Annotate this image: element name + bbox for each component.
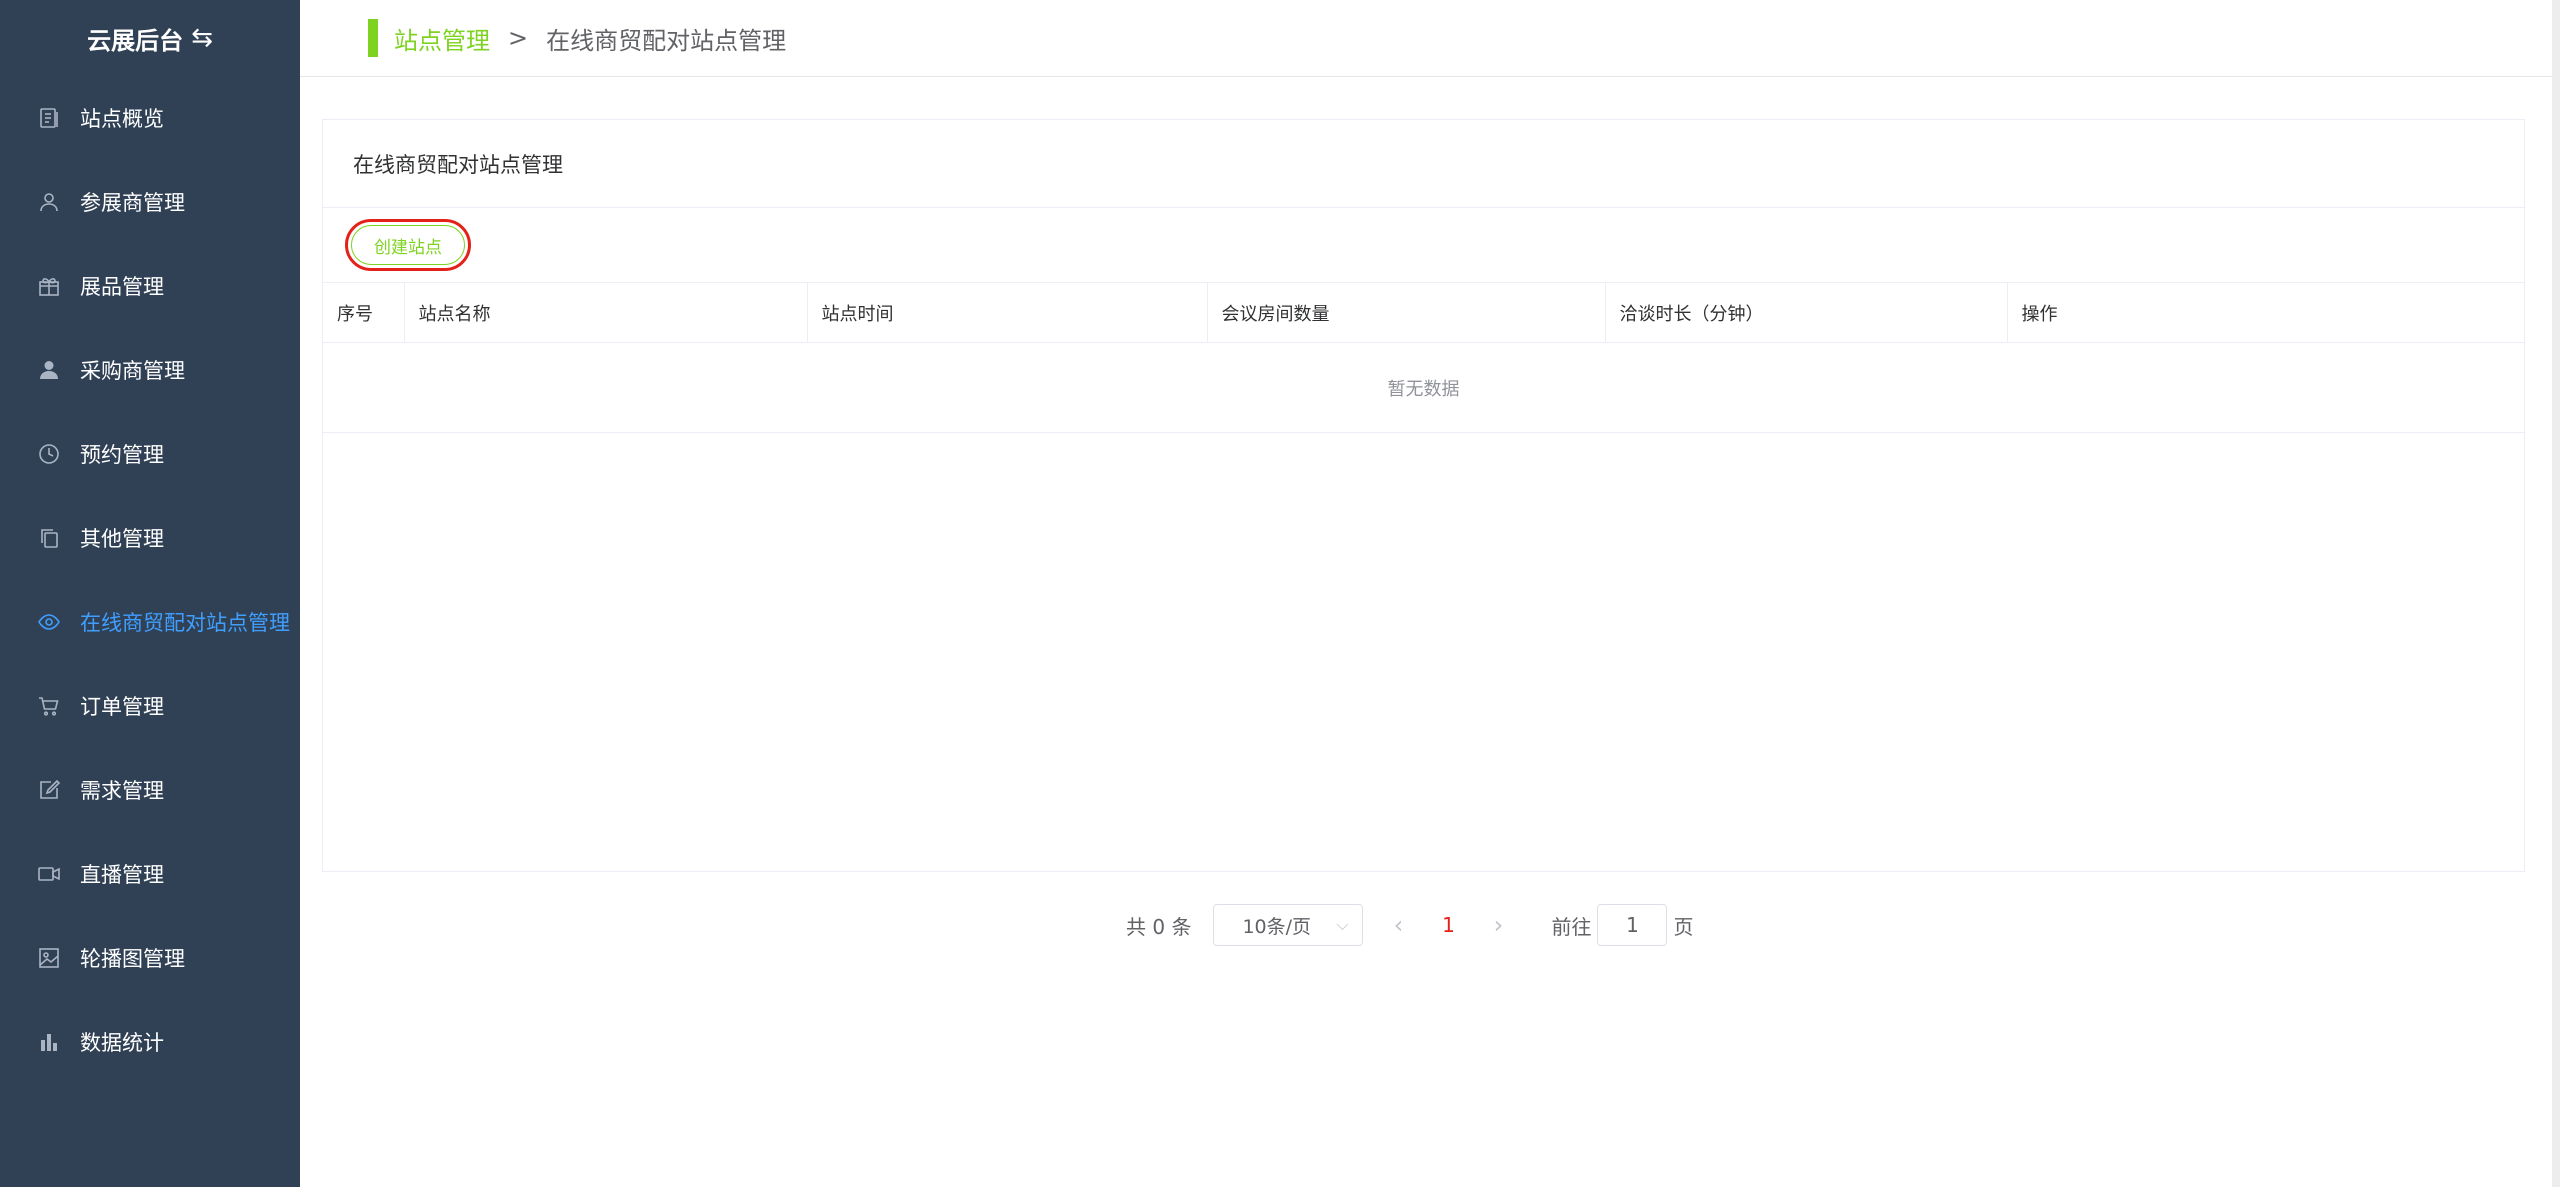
sidebar-item-label: 展品管理 (80, 275, 164, 299)
app-root: 云展后台 ⇆ 站点概览 参展商管理 展品管理 采购商管理 预约管理 其他管理 在… (0, 0, 2560, 1187)
sidebar-item-other[interactable]: 其他管理 (0, 496, 300, 580)
eye-icon (36, 609, 62, 635)
page-suffix: 页 (1673, 914, 1694, 939)
goto-page: 前往 页 (1551, 904, 1693, 946)
page-size-select[interactable]: 10条/页 ⌵ (1213, 904, 1364, 946)
next-page-button[interactable]: › (1475, 911, 1521, 939)
column-header-duration: 洽谈时长（分钟） (1604, 282, 2007, 343)
column-header-rooms: 会议房间数量 (1206, 282, 1605, 343)
pagination-total: 共 0 条 (1126, 914, 1192, 939)
column-header-time: 站点时间 (806, 282, 1207, 343)
table-header-row: 序号 站点名称 站点时间 会议房间数量 洽谈时长（分钟） 操作 (323, 282, 2524, 343)
sidebar-item-orders[interactable]: 订单管理 (0, 664, 300, 748)
brand-title: 云展后台 (87, 26, 184, 55)
sidebar-item-appointments[interactable]: 预约管理 (0, 412, 300, 496)
sidebar-item-demands[interactable]: 需求管理 (0, 748, 300, 832)
sidebar-item-label: 数据统计 (80, 1031, 164, 1055)
sidebar-item-carousel[interactable]: 轮播图管理 (0, 916, 300, 1000)
page-scrollbar[interactable] (2552, 0, 2560, 1187)
table-empty-row: 暂无数据 (323, 342, 2524, 433)
document-icon (36, 105, 62, 131)
goto-label: 前往 (1551, 914, 1592, 939)
brand[interactable]: 云展后台 ⇆ (0, 0, 300, 76)
column-header-index: 序号 (323, 282, 404, 343)
sidebar-item-label: 采购商管理 (80, 359, 185, 383)
clock-icon (36, 441, 62, 467)
card-title: 在线商贸配对站点管理 (323, 120, 2524, 208)
sidebar: 云展后台 ⇆ 站点概览 参展商管理 展品管理 采购商管理 预约管理 其他管理 在… (0, 0, 300, 1187)
user-outline-icon (36, 189, 62, 215)
copy-icon (36, 525, 62, 551)
breadcrumb: 站点管理 > 在线商贸配对站点管理 (394, 21, 786, 56)
sidebar-item-trade-matching[interactable]: 在线商贸配对站点管理 (0, 580, 300, 664)
edit-icon (36, 777, 62, 803)
page-size-value: 10条/页 (1242, 915, 1312, 938)
pagination: 共 0 条 10条/页 ⌵ ‹ 1 › 前往 页 (1126, 902, 1693, 948)
sidebar-item-exhibits[interactable]: 展品管理 (0, 244, 300, 328)
page-number-current[interactable]: 1 (1433, 913, 1463, 937)
bar-chart-icon (36, 1029, 62, 1055)
create-site-button[interactable]: 创建站点 (345, 219, 471, 271)
header-accent-bar (368, 19, 378, 57)
cart-icon (36, 693, 62, 719)
user-filled-icon (36, 357, 62, 383)
picture-icon (36, 945, 62, 971)
sidebar-item-statistics[interactable]: 数据统计 (0, 1000, 300, 1084)
breadcrumb-root[interactable]: 站点管理 (394, 21, 490, 56)
top-header: 站点管理 > 在线商贸配对站点管理 (300, 0, 2560, 77)
sidebar-item-label: 其他管理 (80, 527, 164, 551)
sidebar-item-label: 轮播图管理 (80, 947, 185, 971)
video-camera-icon (36, 861, 62, 887)
toolbar: 创建站点 (323, 208, 2524, 282)
sites-table: 序号 站点名称 站点时间 会议房间数量 洽谈时长（分钟） 操作 暂无数据 (323, 282, 2524, 433)
sidebar-item-label: 直播管理 (80, 863, 164, 887)
breadcrumb-current: 在线商贸配对站点管理 (546, 26, 787, 55)
breadcrumb-separator: > (508, 24, 529, 52)
sidebar-item-site-overview[interactable]: 站点概览 (0, 76, 300, 160)
column-header-actions: 操作 (2006, 282, 2524, 343)
sidebar-item-label: 需求管理 (80, 779, 164, 803)
empty-text: 暂无数据 (323, 342, 2524, 433)
content-card: 在线商贸配对站点管理 创建站点 序号 站点名称 站点时间 会议房间数量 洽谈时长… (322, 119, 2525, 872)
gift-icon (36, 273, 62, 299)
sidebar-item-label: 订单管理 (80, 695, 164, 719)
sidebar-item-buyers[interactable]: 采购商管理 (0, 328, 300, 412)
goto-page-input[interactable] (1597, 904, 1668, 946)
sidebar-item-label: 参展商管理 (80, 191, 185, 215)
sidebar-item-label: 站点概览 (80, 107, 164, 131)
prev-page-button[interactable]: ‹ (1375, 911, 1421, 939)
column-header-name: 站点名称 (403, 282, 807, 343)
sidebar-menu: 站点概览 参展商管理 展品管理 采购商管理 预约管理 其他管理 在线商贸配对站点… (0, 76, 300, 1084)
chevron-down-icon: ⌵ (1336, 915, 1349, 934)
sidebar-item-live[interactable]: 直播管理 (0, 832, 300, 916)
sidebar-item-label: 在线商贸配对站点管理 (80, 611, 290, 635)
swap-icon[interactable]: ⇆ (191, 23, 213, 53)
sidebar-item-exhibitors[interactable]: 参展商管理 (0, 160, 300, 244)
sidebar-item-label: 预约管理 (80, 443, 164, 467)
